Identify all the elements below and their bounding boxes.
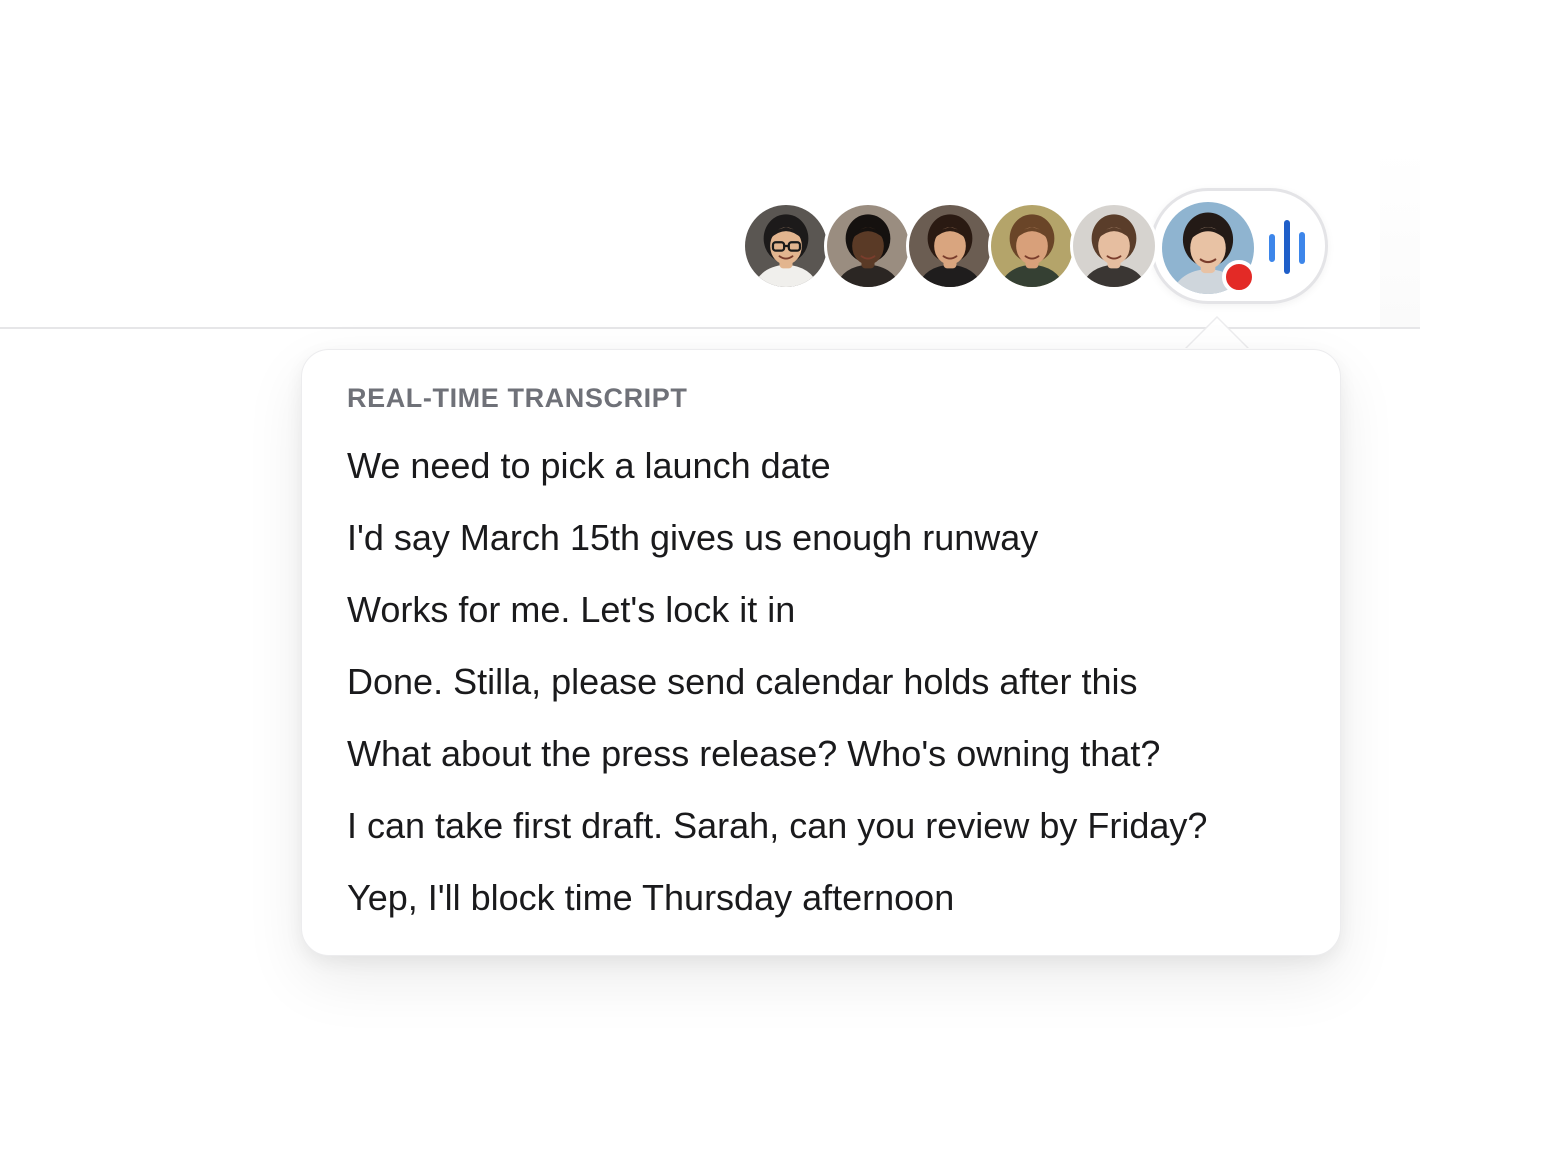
recording-indicator [1222, 260, 1256, 294]
transcript-line: Done. Stilla, please send calendar holds… [347, 661, 1138, 702]
participant-avatar[interactable] [1070, 202, 1158, 290]
participant-avatar[interactable] [742, 202, 830, 290]
transcript-list: We need to pick a launch date I'd say Mar… [347, 440, 1207, 944]
transcript-line: We need to pick a launch date [347, 445, 831, 486]
transcript-title: REAL-TIME TRANSCRIPT [347, 383, 688, 413]
audio-waveform-icon[interactable] [1266, 218, 1310, 276]
header-edge [1380, 150, 1420, 328]
transcript-line: What about the press release? Who's owni… [347, 733, 1161, 774]
meeting-stage: REAL-TIME TRANSCRIPT We need to pick a l… [0, 0, 1544, 1158]
transcript-line: I can take first draft. Sarah, can you r… [347, 805, 1208, 846]
transcript-line: Yep, I'll block time Thursday afternoon [347, 877, 955, 918]
transcript-line: Works for me. Let's lock it in [347, 589, 796, 630]
participant-avatar[interactable] [988, 202, 1076, 290]
participant-avatar[interactable] [824, 202, 912, 290]
transcript-line: I'd say March 15th gives us enough runwa… [347, 517, 1039, 558]
participant-avatar[interactable] [906, 202, 994, 290]
popover-arrow [1184, 315, 1250, 351]
